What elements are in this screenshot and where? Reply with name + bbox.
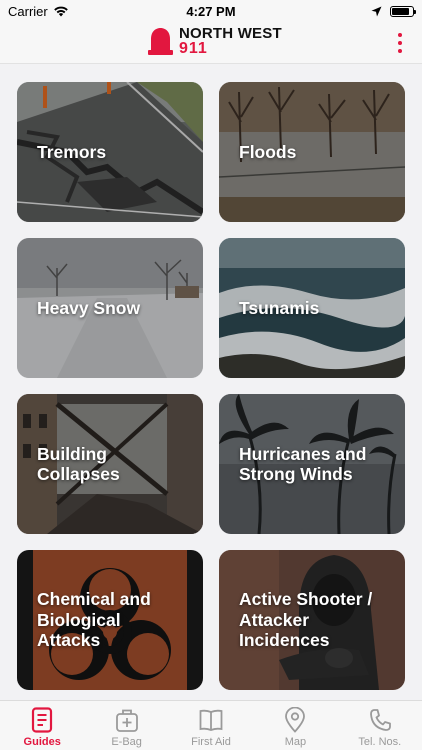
guide-card-label: Tremors	[37, 141, 107, 162]
bottom-tab-bar: Guides E-Bag First Aid Map Tel. Nos.	[0, 700, 422, 750]
guide-card-label: Tsunamis	[239, 297, 320, 318]
guide-card-tremors[interactable]: Tremors	[17, 82, 203, 222]
guide-card-building-collapses[interactable]: Building Collapses	[17, 394, 203, 534]
guide-card-active-shooter[interactable]: Active Shooter / Attacker Incidences	[219, 550, 405, 690]
tab-label: Guides	[23, 736, 61, 748]
status-bar: Carrier 4:27 PM	[0, 0, 422, 22]
guides-grid: Tremors Floods Heavy Snow Tsunamis Build…	[0, 64, 422, 698]
logo-title: NORTH WEST	[179, 25, 282, 42]
map-pin-icon	[285, 707, 306, 733]
tab-label: Tel. Nos.	[358, 736, 402, 748]
wifi-icon	[53, 6, 68, 17]
status-left: Carrier	[8, 4, 69, 19]
open-book-icon	[199, 709, 223, 731]
guide-card-hurricanes[interactable]: Hurricanes and Strong Winds	[219, 394, 405, 534]
guide-card-heavy-snow[interactable]: Heavy Snow	[17, 238, 203, 378]
guide-card-label: Building Collapses	[37, 443, 120, 485]
guide-card-chemical-biological[interactable]: Chemical and Biological Attacks	[17, 550, 203, 690]
more-vertical-icon-dot	[398, 41, 402, 45]
more-menu-button[interactable]	[392, 32, 408, 54]
tab-first-aid[interactable]: First Aid	[169, 701, 253, 750]
guide-card-label: Floods	[239, 141, 297, 162]
guide-card-label: Heavy Snow	[37, 297, 141, 318]
logo-shield-icon	[148, 28, 173, 55]
medical-bag-icon	[115, 709, 138, 732]
logo-text: NORTH WEST 911	[179, 25, 282, 57]
guide-card-label: Active Shooter / Attacker Incidences	[239, 589, 373, 651]
guide-card-floods[interactable]: Floods	[219, 82, 405, 222]
status-right	[371, 5, 416, 17]
document-icon	[32, 707, 53, 733]
logo-number: 911	[179, 40, 208, 57]
battery-level	[392, 7, 409, 15]
app-logo: NORTH WEST 911	[148, 25, 282, 57]
tab-map[interactable]: Map	[253, 701, 337, 750]
guide-card-label: Chemical and Biological Attacks	[37, 589, 151, 651]
tab-e-bag[interactable]: E-Bag	[84, 701, 168, 750]
phone-icon	[369, 709, 391, 731]
guide-card-tsunamis[interactable]: Tsunamis	[219, 238, 405, 378]
app-screen: Carrier 4:27 PM NORTH WEST 911 Tremors F…	[0, 0, 422, 750]
tab-label: First Aid	[191, 736, 231, 748]
tab-guides[interactable]: Guides	[0, 701, 84, 750]
more-vertical-icon	[398, 33, 402, 37]
tab-tel-nos[interactable]: Tel. Nos.	[338, 701, 422, 750]
app-header: NORTH WEST 911	[0, 22, 422, 64]
tab-label: E-Bag	[111, 736, 142, 748]
battery-icon	[390, 5, 416, 17]
carrier-label: Carrier	[8, 3, 48, 19]
tab-label: Map	[284, 736, 307, 748]
guide-card-label: Hurricanes and Strong Winds	[239, 443, 367, 485]
location-arrow-icon	[371, 6, 382, 16]
more-vertical-icon-dot	[398, 49, 402, 53]
